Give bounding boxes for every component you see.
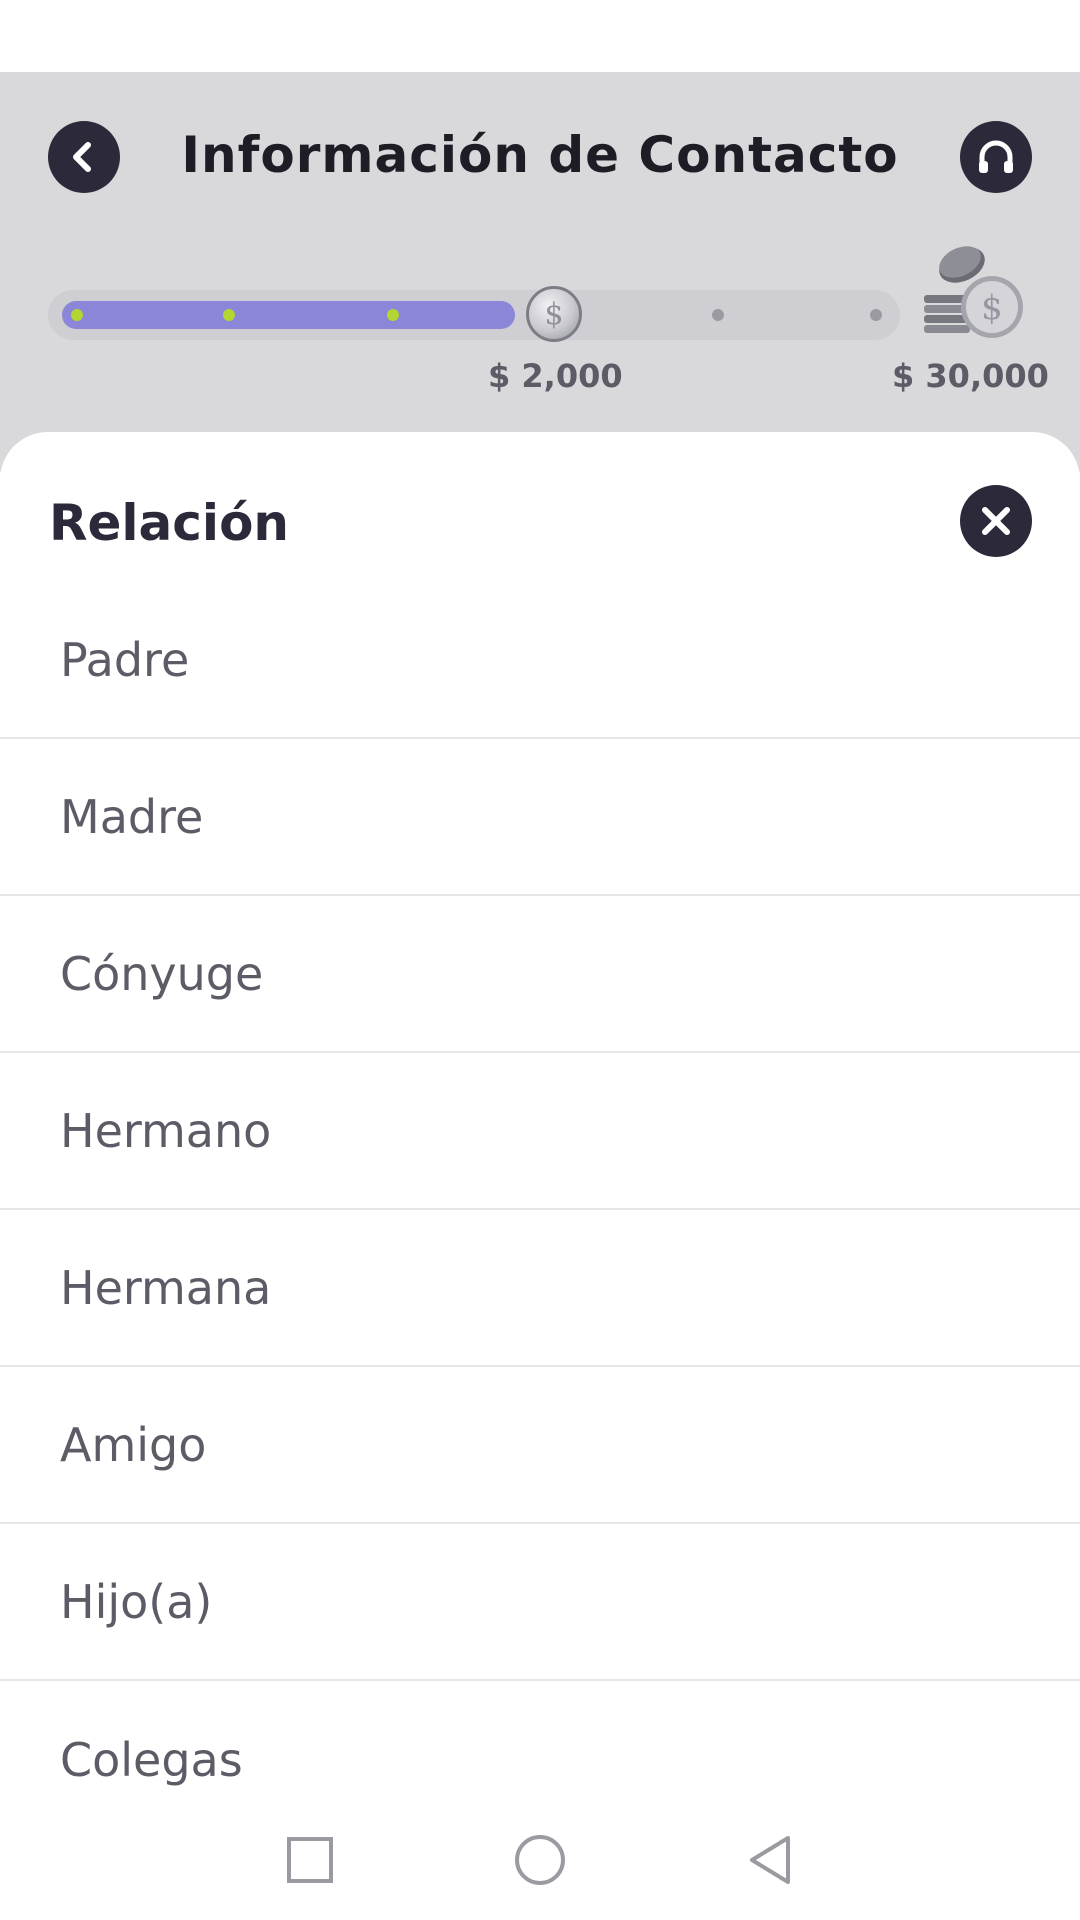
svg-text:$: $ xyxy=(981,288,1003,328)
option-hermana[interactable]: Hermana xyxy=(0,1210,1080,1367)
close-button[interactable] xyxy=(960,485,1032,557)
header: Información de Contacto $ $ $ 2,000 $ 30… xyxy=(0,72,1080,472)
square-icon[interactable] xyxy=(280,1830,340,1890)
progress-track xyxy=(48,290,900,340)
coin-stack-icon: $ xyxy=(924,246,1023,338)
option-hermano[interactable]: Hermano xyxy=(0,1053,1080,1210)
progress-step-1 xyxy=(71,309,83,321)
option-madre[interactable]: Madre xyxy=(0,739,1080,896)
progress-fill xyxy=(62,301,515,329)
option-padre[interactable]: Padre xyxy=(0,582,1080,739)
progress-step-5 xyxy=(712,309,724,321)
relation-bottom-sheet: Relación Padre Madre Cónyuge Hermano Her… xyxy=(0,432,1080,1832)
page-title: Información de Contacto xyxy=(181,126,899,184)
dollar-coin-icon: $ xyxy=(526,286,582,342)
triangle-back-icon[interactable] xyxy=(740,1830,800,1890)
current-amount-label: $ 2,000 xyxy=(488,357,623,395)
sheet-title: Relación xyxy=(49,494,290,552)
system-nav-bar xyxy=(0,1800,1080,1920)
progress-step-2 xyxy=(223,309,235,321)
option-conyuge[interactable]: Cónyuge xyxy=(0,896,1080,1053)
relation-option-list: Padre Madre Cónyuge Hermano Hermana Amig… xyxy=(0,582,1080,1838)
option-amigo[interactable]: Amigo xyxy=(0,1367,1080,1524)
max-amount-label: $ 30,000 xyxy=(892,357,1049,395)
option-hijo[interactable]: Hijo(a) xyxy=(0,1524,1080,1681)
circle-icon[interactable] xyxy=(510,1830,570,1890)
status-bar xyxy=(0,0,1080,72)
progress-step-6 xyxy=(870,309,882,321)
close-icon xyxy=(982,507,1010,535)
headset-icon xyxy=(979,140,1013,173)
support-button[interactable] xyxy=(960,121,1032,193)
progress-step-3 xyxy=(387,309,399,321)
